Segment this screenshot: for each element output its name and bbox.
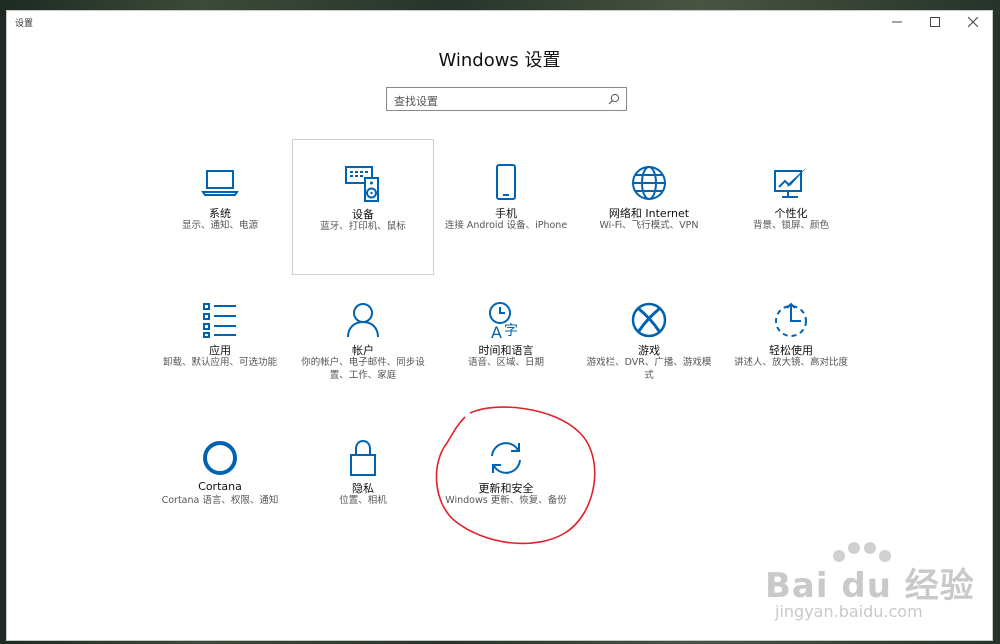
window-title: 设置 [15,19,34,29]
tile-gaming[interactable]: 游戏 游戏栏、DVR、广播、游戏模式 [578,276,720,412]
tile-network[interactable]: 网络和 Internet Wi-Fi、飞行模式、VPN [578,139,720,275]
search-icon[interactable] [608,93,620,105]
tile-accounts[interactable]: 帐户 你的帐户、电子邮件、同步设置、工作、家庭 [292,276,434,412]
maximize-icon [930,17,940,27]
watermark-url: jingyan.baidu.com [775,602,923,621]
baidu-jingyan-watermark: Bai du 经验 jingyan.baidu.com [765,540,995,640]
tile-time-language[interactable]: A 字 时间和语言 语音、区域、日期 [435,276,577,412]
xbox-icon [631,302,667,338]
watermark-brand: Bai du 经验 [765,566,975,606]
window-controls [878,11,992,33]
tile-description: 卸载、默认应用、可选功能 [162,357,277,368]
tile-name: Cortana [198,480,242,493]
tile-description: 你的帐户、电子邮件、同步设置、工作、家庭 [301,357,425,381]
tile-description: 位置、相机 [339,495,387,506]
personalize-icon [774,167,807,198]
apps-list-icon [203,303,236,338]
tile-description: 游戏栏、DVR、广播、游戏模式 [586,357,712,381]
tile-description: 语音、区域、日期 [467,357,544,368]
svg-text:A: A [491,323,502,340]
lock-icon [350,439,376,476]
tile-description: Wi-Fi、飞行模式、VPN [599,220,699,231]
phone-icon [496,164,516,200]
svg-text:字: 字 [504,323,518,339]
ease-of-access-icon [775,302,807,337]
tile-apps[interactable]: 应用 卸载、默认应用、可选功能 [149,276,291,412]
close-button[interactable] [954,11,992,33]
tile-description: Cortana 语言、权限、通知 [161,495,279,506]
maximize-button[interactable] [916,11,954,33]
tile-devices[interactable]: 设备 蓝牙、打印机、鼠标 [292,139,434,275]
tile-description: 讲述人、放大镜、高对比度 [733,357,848,368]
globe-icon [632,166,666,200]
laptop-icon [201,170,239,196]
tile-privacy[interactable]: 隐私 位置、相机 [292,414,434,550]
tile-description: 蓝牙、打印机、鼠标 [320,221,406,232]
page-title: Windows 设置 [438,50,561,71]
tile-description: 连接 Android 设备、iPhone [444,220,568,231]
time-language-icon: A 字 [489,302,518,340]
tile-ease-of-access[interactable]: 轻松使用 讲述人、放大镜、高对比度 [720,276,862,412]
annotation-circle [435,406,596,545]
search-placeholder: 查找设置 [394,95,438,108]
close-icon [968,17,978,27]
tile-description: 显示、通知、电源 [181,220,258,231]
minimize-button[interactable] [878,11,916,33]
person-icon [347,303,379,338]
tile-description: 背景、锁屏、颜色 [752,220,829,231]
tile-phone[interactable]: 手机 连接 Android 设备、iPhone [435,139,577,275]
devices-icon [345,166,379,202]
cortana-icon [203,441,237,475]
tile-cortana[interactable]: Cortana Cortana 语言、权限、通知 [149,414,291,550]
title-bar: 设置 [7,11,992,33]
minimize-icon [892,21,902,23]
search-input[interactable]: 查找设置 [386,87,627,111]
tile-system[interactable]: 系统 显示、通知、电源 [149,139,291,275]
tile-personalization[interactable]: 个性化 背景、锁屏、颜色 [720,139,862,275]
